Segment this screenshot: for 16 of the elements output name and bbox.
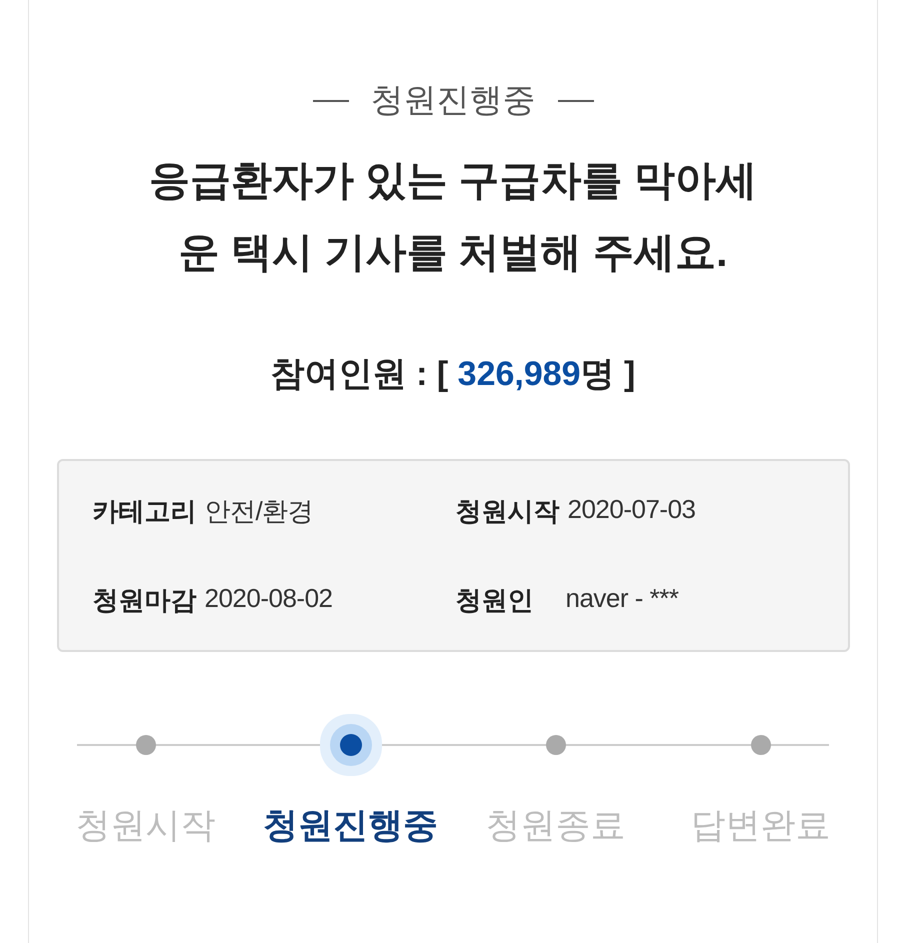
petition-title: 운 택시 기사를 처벌해 주세요. [178, 228, 728, 277]
step-label: 답변완료 [690, 805, 830, 847]
step-label: 청원진행중 [263, 805, 438, 847]
status-heading: 청원진행중 [370, 80, 536, 120]
info-value: naver - *** [566, 582, 678, 614]
step-label: 청원시작 [76, 805, 216, 847]
info-label: 청원마감 [92, 584, 196, 616]
info-value: 안전/환경 [204, 494, 314, 528]
step-label: 청원종료 [486, 805, 626, 847]
participant-count: 참여인원 : [ 326,989명 ] [270, 354, 636, 395]
info-value: 2020-07-03 [568, 494, 696, 526]
info-label: 청원인 [456, 584, 534, 616]
info-value: 2020-08-02 [204, 582, 332, 614]
petition-title: 응급환자가 있는 구급차를 막아세 [148, 156, 758, 205]
info-label: 청원시작 [456, 494, 560, 528]
info-label: 카테고리 [92, 494, 196, 528]
